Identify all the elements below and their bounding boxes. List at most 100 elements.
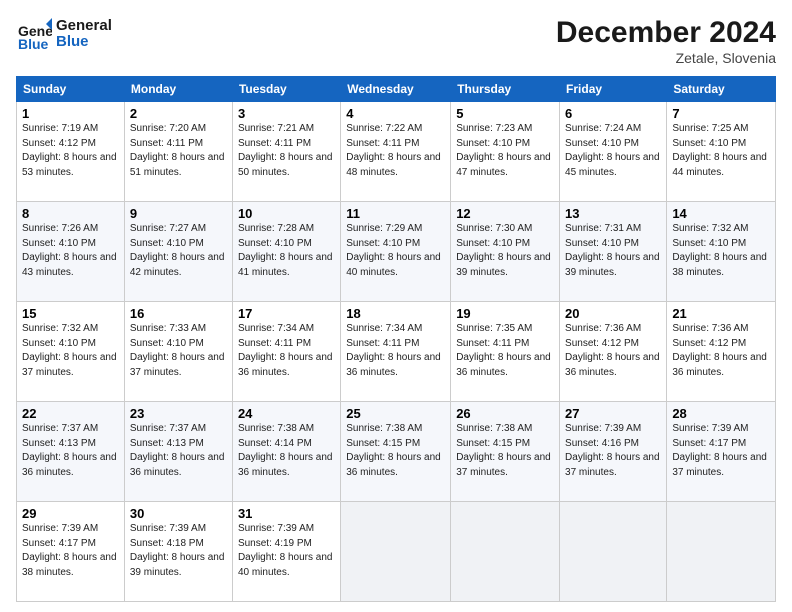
- weekday-header: Tuesday: [232, 77, 340, 102]
- calendar-cell: 28Sunrise: 7:39 AMSunset: 4:17 PMDayligh…: [667, 402, 776, 502]
- day-info: Sunrise: 7:34 AMSunset: 4:11 PMDaylight:…: [238, 322, 335, 380]
- day-number: 22: [22, 406, 119, 421]
- day-info: Sunrise: 7:38 AMSunset: 4:15 PMDaylight:…: [456, 422, 554, 480]
- calendar-week-row: 15Sunrise: 7:32 AMSunset: 4:10 PMDayligh…: [17, 302, 776, 402]
- day-number: 3: [238, 106, 335, 121]
- calendar-cell: [667, 502, 776, 602]
- day-number: 7: [672, 106, 770, 121]
- calendar-cell: 31Sunrise: 7:39 AMSunset: 4:19 PMDayligh…: [232, 502, 340, 602]
- day-info: Sunrise: 7:38 AMSunset: 4:15 PMDaylight:…: [346, 422, 445, 480]
- calendar-cell: 14Sunrise: 7:32 AMSunset: 4:10 PMDayligh…: [667, 202, 776, 302]
- day-number: 26: [456, 406, 554, 421]
- day-number: 8: [22, 206, 119, 221]
- calendar-cell: 23Sunrise: 7:37 AMSunset: 4:13 PMDayligh…: [124, 402, 232, 502]
- calendar-cell: 16Sunrise: 7:33 AMSunset: 4:10 PMDayligh…: [124, 302, 232, 402]
- day-number: 2: [130, 106, 227, 121]
- calendar-cell: [341, 502, 451, 602]
- calendar-cell: [451, 502, 560, 602]
- logo-icon: General Blue: [16, 16, 52, 52]
- calendar-cell: 1Sunrise: 7:19 AMSunset: 4:12 PMDaylight…: [17, 102, 125, 202]
- day-number: 25: [346, 406, 445, 421]
- day-info: Sunrise: 7:29 AMSunset: 4:10 PMDaylight:…: [346, 222, 445, 280]
- calendar-cell: 21Sunrise: 7:36 AMSunset: 4:12 PMDayligh…: [667, 302, 776, 402]
- calendar-week-row: 8Sunrise: 7:26 AMSunset: 4:10 PMDaylight…: [17, 202, 776, 302]
- day-info: Sunrise: 7:38 AMSunset: 4:14 PMDaylight:…: [238, 422, 335, 480]
- subtitle: Zetale, Slovenia: [556, 50, 776, 66]
- day-number: 14: [672, 206, 770, 221]
- calendar-week-row: 22Sunrise: 7:37 AMSunset: 4:13 PMDayligh…: [17, 402, 776, 502]
- day-number: 11: [346, 206, 445, 221]
- day-number: 23: [130, 406, 227, 421]
- day-number: 30: [130, 506, 227, 521]
- page: General Blue General Blue December 2024 …: [0, 0, 792, 612]
- day-number: 15: [22, 306, 119, 321]
- day-info: Sunrise: 7:33 AMSunset: 4:10 PMDaylight:…: [130, 322, 227, 380]
- day-number: 1: [22, 106, 119, 121]
- day-info: Sunrise: 7:22 AMSunset: 4:11 PMDaylight:…: [346, 122, 445, 180]
- day-info: Sunrise: 7:36 AMSunset: 4:12 PMDaylight:…: [565, 322, 661, 380]
- calendar-cell: 26Sunrise: 7:38 AMSunset: 4:15 PMDayligh…: [451, 402, 560, 502]
- day-number: 19: [456, 306, 554, 321]
- day-info: Sunrise: 7:35 AMSunset: 4:11 PMDaylight:…: [456, 322, 554, 380]
- calendar-table: SundayMondayTuesdayWednesdayThursdayFrid…: [16, 76, 776, 602]
- day-info: Sunrise: 7:39 AMSunset: 4:17 PMDaylight:…: [672, 422, 770, 480]
- calendar-cell: 7Sunrise: 7:25 AMSunset: 4:10 PMDaylight…: [667, 102, 776, 202]
- day-info: Sunrise: 7:24 AMSunset: 4:10 PMDaylight:…: [565, 122, 661, 180]
- weekday-header: Saturday: [667, 77, 776, 102]
- calendar-cell: 4Sunrise: 7:22 AMSunset: 4:11 PMDaylight…: [341, 102, 451, 202]
- day-info: Sunrise: 7:34 AMSunset: 4:11 PMDaylight:…: [346, 322, 445, 380]
- title-block: December 2024 Zetale, Slovenia: [556, 16, 776, 66]
- calendar-cell: 15Sunrise: 7:32 AMSunset: 4:10 PMDayligh…: [17, 302, 125, 402]
- calendar-cell: 3Sunrise: 7:21 AMSunset: 4:11 PMDaylight…: [232, 102, 340, 202]
- day-number: 29: [22, 506, 119, 521]
- day-info: Sunrise: 7:19 AMSunset: 4:12 PMDaylight:…: [22, 122, 119, 180]
- day-info: Sunrise: 7:31 AMSunset: 4:10 PMDaylight:…: [565, 222, 661, 280]
- calendar-cell: 25Sunrise: 7:38 AMSunset: 4:15 PMDayligh…: [341, 402, 451, 502]
- calendar-cell: 19Sunrise: 7:35 AMSunset: 4:11 PMDayligh…: [451, 302, 560, 402]
- calendar-cell: 30Sunrise: 7:39 AMSunset: 4:18 PMDayligh…: [124, 502, 232, 602]
- calendar-cell: 10Sunrise: 7:28 AMSunset: 4:10 PMDayligh…: [232, 202, 340, 302]
- calendar-cell: 9Sunrise: 7:27 AMSunset: 4:10 PMDaylight…: [124, 202, 232, 302]
- day-info: Sunrise: 7:39 AMSunset: 4:16 PMDaylight:…: [565, 422, 661, 480]
- calendar-week-row: 29Sunrise: 7:39 AMSunset: 4:17 PMDayligh…: [17, 502, 776, 602]
- calendar-cell: 24Sunrise: 7:38 AMSunset: 4:14 PMDayligh…: [232, 402, 340, 502]
- day-number: 27: [565, 406, 661, 421]
- calendar-cell: 8Sunrise: 7:26 AMSunset: 4:10 PMDaylight…: [17, 202, 125, 302]
- main-title: December 2024: [556, 16, 776, 50]
- svg-text:Blue: Blue: [18, 36, 49, 52]
- day-info: Sunrise: 7:32 AMSunset: 4:10 PMDaylight:…: [672, 222, 770, 280]
- day-number: 4: [346, 106, 445, 121]
- day-info: Sunrise: 7:23 AMSunset: 4:10 PMDaylight:…: [456, 122, 554, 180]
- logo-blue: Blue: [56, 34, 112, 51]
- calendar-week-row: 1Sunrise: 7:19 AMSunset: 4:12 PMDaylight…: [17, 102, 776, 202]
- calendar-cell: 12Sunrise: 7:30 AMSunset: 4:10 PMDayligh…: [451, 202, 560, 302]
- day-info: Sunrise: 7:26 AMSunset: 4:10 PMDaylight:…: [22, 222, 119, 280]
- day-info: Sunrise: 7:37 AMSunset: 4:13 PMDaylight:…: [22, 422, 119, 480]
- calendar-cell: 18Sunrise: 7:34 AMSunset: 4:11 PMDayligh…: [341, 302, 451, 402]
- weekday-header: Sunday: [17, 77, 125, 102]
- day-info: Sunrise: 7:28 AMSunset: 4:10 PMDaylight:…: [238, 222, 335, 280]
- day-number: 24: [238, 406, 335, 421]
- calendar-cell: 17Sunrise: 7:34 AMSunset: 4:11 PMDayligh…: [232, 302, 340, 402]
- day-info: Sunrise: 7:21 AMSunset: 4:11 PMDaylight:…: [238, 122, 335, 180]
- calendar-cell: 6Sunrise: 7:24 AMSunset: 4:10 PMDaylight…: [560, 102, 667, 202]
- weekday-header: Wednesday: [341, 77, 451, 102]
- day-info: Sunrise: 7:30 AMSunset: 4:10 PMDaylight:…: [456, 222, 554, 280]
- day-number: 17: [238, 306, 335, 321]
- day-number: 18: [346, 306, 445, 321]
- logo-general: General: [56, 18, 112, 35]
- day-number: 9: [130, 206, 227, 221]
- day-number: 16: [130, 306, 227, 321]
- day-number: 5: [456, 106, 554, 121]
- calendar-cell: 27Sunrise: 7:39 AMSunset: 4:16 PMDayligh…: [560, 402, 667, 502]
- calendar-cell: 13Sunrise: 7:31 AMSunset: 4:10 PMDayligh…: [560, 202, 667, 302]
- day-number: 6: [565, 106, 661, 121]
- day-number: 21: [672, 306, 770, 321]
- day-number: 13: [565, 206, 661, 221]
- calendar-cell: 11Sunrise: 7:29 AMSunset: 4:10 PMDayligh…: [341, 202, 451, 302]
- logo: General Blue General Blue: [16, 16, 112, 52]
- calendar-cell: 5Sunrise: 7:23 AMSunset: 4:10 PMDaylight…: [451, 102, 560, 202]
- calendar-cell: 22Sunrise: 7:37 AMSunset: 4:13 PMDayligh…: [17, 402, 125, 502]
- day-number: 12: [456, 206, 554, 221]
- day-info: Sunrise: 7:39 AMSunset: 4:18 PMDaylight:…: [130, 522, 227, 580]
